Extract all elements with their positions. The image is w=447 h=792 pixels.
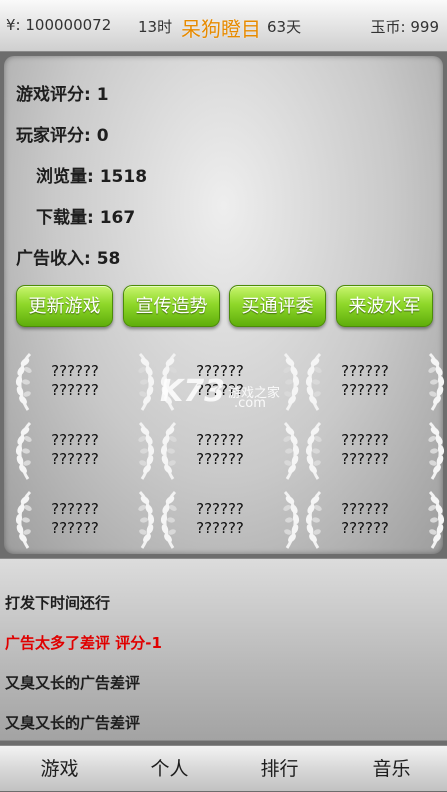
award-line1: ?????? [51, 500, 99, 518]
award-slot: ???????????? [304, 352, 445, 414]
award-line1: ?????? [51, 431, 99, 449]
award-name: ???????????? [326, 431, 404, 469]
award-line1: ?????? [196, 431, 244, 449]
award-line2: ?????? [51, 450, 99, 468]
award-name: ???????????? [181, 431, 259, 469]
award-slot: ???????????? [159, 490, 300, 552]
bottom-nav: 游戏 个人 排行 音乐 [0, 745, 447, 791]
award-line1: ?????? [341, 362, 389, 380]
award-line2: ?????? [51, 519, 99, 537]
award-line2: ?????? [341, 381, 389, 399]
award-slot: ???????????? [14, 421, 155, 483]
award-line2: ?????? [196, 450, 244, 468]
award-line2: ?????? [341, 450, 389, 468]
nav-tab-music[interactable]: 音乐 [336, 746, 447, 792]
award-name: ???????????? [326, 362, 404, 400]
award-line2: ?????? [51, 381, 99, 399]
game-title: 呆狗瞪目 [181, 17, 261, 41]
award-line2: ?????? [341, 519, 389, 537]
hire-trolls-button[interactable]: 来波水军 [336, 285, 433, 327]
award-slot: ???????????? [304, 421, 445, 483]
days-label: 63天 [267, 18, 302, 36]
award-slot: ???????????? [304, 490, 445, 552]
watermark-logo: K73 游戏之家 .com [160, 374, 290, 414]
game-score-stat: 游戏评分: 1 [16, 85, 109, 105]
log-line: 又臭又长的广告差评 [5, 714, 141, 732]
promote-button[interactable]: 宣传造势 [123, 285, 220, 327]
ad-income-stat: 广告收入: 58 [16, 249, 121, 269]
award-line1: ?????? [341, 431, 389, 449]
watermark-k73: K73 [160, 374, 225, 409]
award-line1: ?????? [51, 362, 99, 380]
award-name: ???????????? [326, 500, 404, 538]
time-label: 13时 [138, 18, 173, 36]
jade-coins-label: 玉币: 999 [370, 18, 439, 36]
nav-tab-personal[interactable]: 个人 [114, 746, 225, 792]
nav-tab-game[interactable]: 游戏 [4, 746, 115, 792]
log-line: 又臭又长的广告差评 [5, 674, 141, 692]
award-line1: ?????? [341, 500, 389, 518]
award-slot: ???????????? [14, 352, 155, 414]
award-line2: ?????? [196, 519, 244, 537]
log-line: 打发下时间还行 [5, 594, 111, 612]
nav-tab-ranking[interactable]: 排行 [224, 746, 335, 792]
award-name: ???????????? [36, 500, 114, 538]
award-slot: ???????????? [159, 421, 300, 483]
player-score-stat: 玩家评分: 0 [16, 126, 109, 146]
bribe-judges-button[interactable]: 买通评委 [229, 285, 326, 327]
award-name: ???????????? [36, 362, 114, 400]
update-game-button[interactable]: 更新游戏 [16, 285, 113, 327]
status-bar: ¥: 100000072 13时 呆狗瞪目 63天 玉币: 999 [0, 0, 447, 52]
award-slot: ???????????? [14, 490, 155, 552]
views-stat: 浏览量: 1518 [36, 167, 148, 187]
award-name: ???????????? [181, 500, 259, 538]
log-line-warning: 广告太多了差评 评分-1 [5, 634, 162, 652]
money-label: ¥: 100000072 [6, 16, 112, 34]
downloads-stat: 下载量: 167 [36, 208, 136, 228]
award-name: ???????????? [36, 431, 114, 469]
watermark-line2: .com [234, 396, 266, 411]
review-log-panel: 打发下时间还行 广告太多了差评 评分-1 又臭又长的广告差评 又臭又长的广告差评 [0, 558, 447, 741]
award-line1: ?????? [196, 500, 244, 518]
